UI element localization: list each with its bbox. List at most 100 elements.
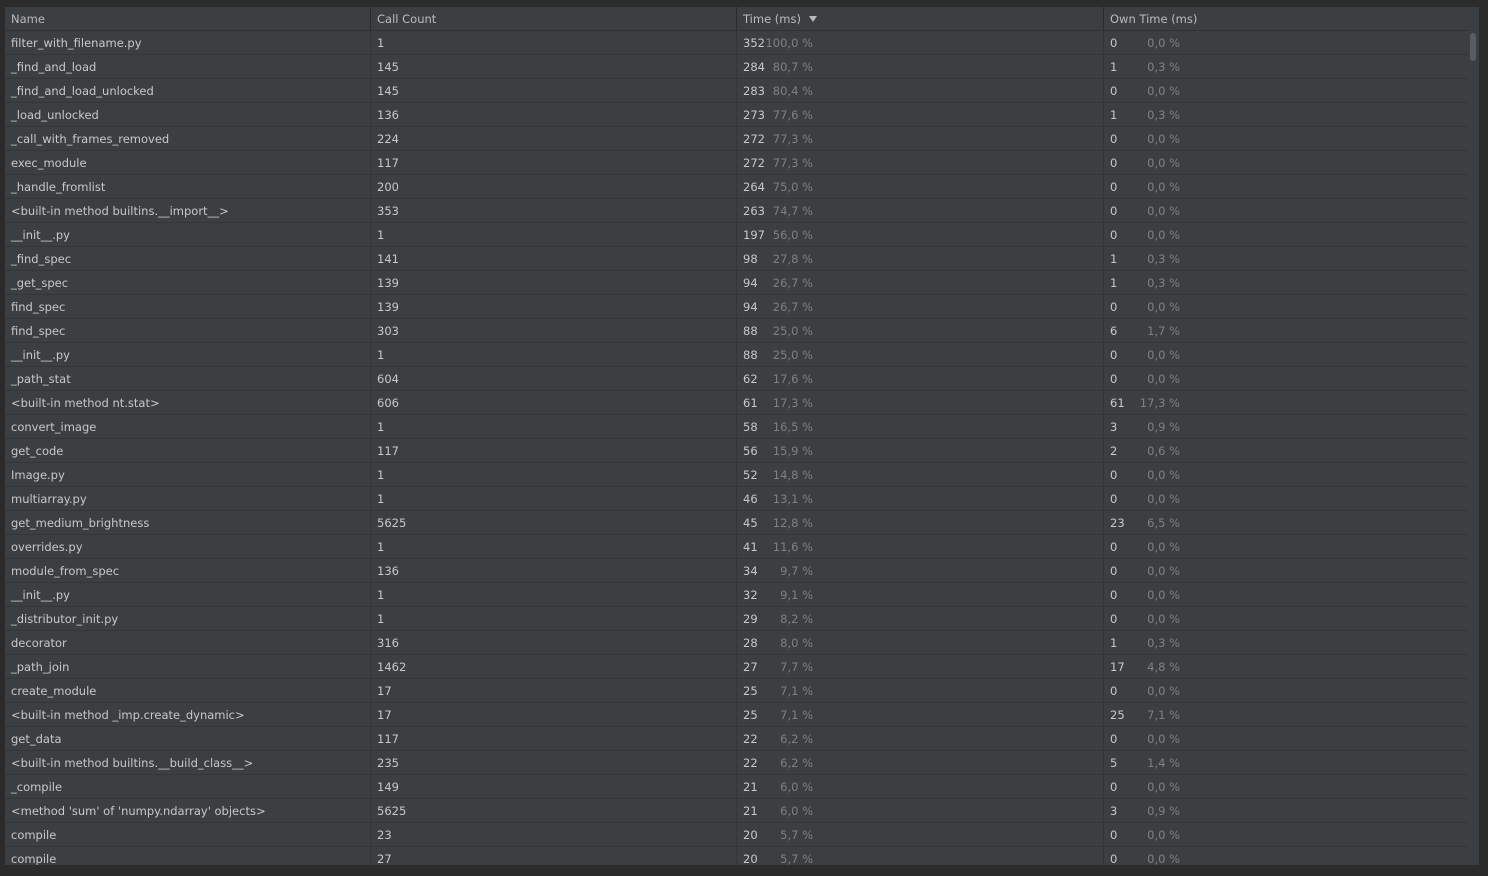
own-time-value: 2 — [1110, 444, 1118, 458]
cell-call-count: 117 — [371, 151, 737, 174]
time-percent: 56,0 % — [772, 228, 813, 242]
table-row[interactable]: _find_spec 141 98 27,8 % 1 0,3 % — [5, 247, 1469, 271]
time-value: 29 — [743, 612, 758, 626]
table-row[interactable]: <built-in method builtins.__import__> 353… — [5, 199, 1469, 223]
column-header-own-time[interactable]: Own Time (ms) — [1104, 7, 1469, 31]
table-row[interactable]: _path_stat 604 62 17,6 % 0 0,0 % — [5, 367, 1469, 391]
time-percent: 7,1 % — [780, 708, 813, 722]
cell-own-time: 0 0,0 % — [1104, 559, 1469, 582]
table-row[interactable]: find_spec 139 94 26,7 % 0 0,0 % — [5, 295, 1469, 319]
cell-own-time: 0 0,0 % — [1104, 367, 1469, 390]
own-time-value: 0 — [1110, 612, 1118, 626]
table-row[interactable]: _compile 149 21 6,0 % 0 0,0 % — [5, 775, 1469, 799]
own-time-percent: 0,9 % — [1147, 804, 1180, 818]
own-time-value: 0 — [1110, 852, 1118, 866]
table-row[interactable]: _find_and_load_unlocked 145 283 80,4 % 0 0,0 … — [5, 79, 1469, 103]
column-header-name[interactable]: Name — [5, 7, 371, 31]
table-row[interactable]: create_module 17 25 7,1 % 0 0,0 % — [5, 679, 1469, 703]
own-time-value: 3 — [1110, 420, 1118, 434]
column-header-call-count[interactable]: Call Count — [371, 7, 737, 31]
table-row[interactable]: __init__.py 1 32 9,1 % 0 0,0 % — [5, 583, 1469, 607]
table-row[interactable]: _get_spec 139 94 26,7 % 1 0,3 % — [5, 271, 1469, 295]
time-value: 21 — [743, 804, 758, 818]
own-time-percent: 0,0 % — [1147, 348, 1180, 362]
cell-own-time: 0 0,0 % — [1104, 823, 1469, 846]
own-time-percent: 0,0 % — [1147, 492, 1180, 506]
time-value: 32 — [743, 588, 758, 602]
table-row[interactable]: <method 'sum' of 'numpy.ndarray' objects… — [5, 799, 1469, 823]
cell-call-count: 145 — [371, 55, 737, 78]
cell-name: __init__.py — [5, 343, 371, 366]
cell-name: <built-in method builtins.__import__> — [5, 199, 371, 222]
cell-call-count: 316 — [371, 631, 737, 654]
cell-call-count: 117 — [371, 727, 737, 750]
table-row[interactable]: convert_image 1 58 16,5 % 3 0,9 % — [5, 415, 1469, 439]
table-row[interactable]: module_from_spec 136 34 9,7 % 0 0,0 % — [5, 559, 1469, 583]
own-time-value: 61 — [1110, 396, 1125, 410]
table-row[interactable]: _call_with_frames_removed 224 272 77,3 % 0 0,… — [5, 127, 1469, 151]
cell-name: convert_image — [5, 415, 371, 438]
cell-name: compile — [5, 847, 371, 865]
table-row[interactable]: get_data 117 22 6,2 % 0 0,0 % — [5, 727, 1469, 751]
cell-own-time: 5 1,4 % — [1104, 751, 1469, 774]
table-row[interactable]: _path_join 1462 27 7,7 % 17 4,8 % — [5, 655, 1469, 679]
own-time-percent: 0,0 % — [1147, 228, 1180, 242]
cell-own-time: 1 0,3 % — [1104, 55, 1469, 78]
cell-name: _load_unlocked — [5, 103, 371, 126]
time-percent: 13,1 % — [772, 492, 813, 506]
time-value: 284 — [743, 60, 765, 74]
own-time-percent: 0,0 % — [1147, 156, 1180, 170]
table-row[interactable]: compile 23 20 5,7 % 0 0,0 % — [5, 823, 1469, 847]
cell-call-count: 1 — [371, 535, 737, 558]
table-row[interactable]: _load_unlocked 136 273 77,6 % 1 0,3 % — [5, 103, 1469, 127]
cell-call-count: 17 — [371, 703, 737, 726]
cell-call-count: 1 — [371, 415, 737, 438]
table-row[interactable]: find_spec 303 88 25,0 % 6 1,7 % — [5, 319, 1469, 343]
cell-time: 34 9,7 % — [737, 559, 1104, 582]
time-percent: 6,2 % — [780, 756, 813, 770]
own-time-percent: 0,3 % — [1147, 276, 1180, 290]
vertical-scrollbar[interactable] — [1467, 31, 1479, 865]
time-percent: 9,1 % — [780, 588, 813, 602]
column-header-time[interactable]: Time (ms) — [737, 7, 1104, 31]
time-percent: 80,7 % — [772, 60, 813, 74]
table-row[interactable]: exec_module 117 272 77,3 % 0 0,0 % — [5, 151, 1469, 175]
table-row[interactable]: __init__.py 1 197 56,0 % 0 0,0 % — [5, 223, 1469, 247]
time-value: 46 — [743, 492, 758, 506]
cell-call-count: 1 — [371, 343, 737, 366]
own-time-percent: 1,7 % — [1147, 324, 1180, 338]
own-time-value: 0 — [1110, 780, 1118, 794]
table-row[interactable]: _find_and_load 145 284 80,7 % 1 0,3 % — [5, 55, 1469, 79]
cell-name: __init__.py — [5, 583, 371, 606]
table-row[interactable]: compile 27 20 5,7 % 0 0,0 % — [5, 847, 1469, 866]
cell-name: <built-in method builtins.__build_class_… — [5, 751, 371, 774]
table-row[interactable]: Image.py 1 52 14,8 % 0 0,0 % — [5, 463, 1469, 487]
cell-call-count: 136 — [371, 559, 737, 582]
table-row[interactable]: get_code 117 56 15,9 % 2 0,6 % — [5, 439, 1469, 463]
cell-call-count: 1462 — [371, 655, 737, 678]
time-value: 94 — [743, 276, 758, 290]
scrollbar-thumb[interactable] — [1470, 33, 1476, 61]
own-time-percent: 0,0 % — [1147, 180, 1180, 194]
table-row[interactable]: decorator 316 28 8,0 % 1 0,3 % — [5, 631, 1469, 655]
table-row[interactable]: get_medium_brightness 5625 45 12,8 % 23 6,5 % — [5, 511, 1469, 535]
table-row[interactable]: _handle_fromlist 200 264 75,0 % 0 0,0 % — [5, 175, 1469, 199]
cell-call-count: 606 — [371, 391, 737, 414]
own-time-percent: 0,0 % — [1147, 564, 1180, 578]
profiler-table: Name Call Count Time (ms) Own Time (ms) … — [4, 6, 1480, 866]
cell-call-count: 1 — [371, 463, 737, 486]
time-percent: 7,7 % — [780, 660, 813, 674]
table-row[interactable]: __init__.py 1 88 25,0 % 0 0,0 % — [5, 343, 1469, 367]
cell-time: 25 7,1 % — [737, 703, 1104, 726]
time-value: 272 — [743, 156, 765, 170]
time-value: 27 — [743, 660, 758, 674]
table-row[interactable]: _distributor_init.py 1 29 8,2 % 0 0,0 % — [5, 607, 1469, 631]
table-row[interactable]: <built-in method nt.stat> 606 61 17,3 % 61 17… — [5, 391, 1469, 415]
table-row[interactable]: overrides.py 1 41 11,6 % 0 0,0 % — [5, 535, 1469, 559]
table-row[interactable]: filter_with_filename.py 1 352100,0 % 0 0,0 % — [5, 31, 1469, 55]
cell-time: 283 80,4 % — [737, 79, 1104, 102]
table-row[interactable]: <built-in method _imp.create_dynamic> 17 2… — [5, 703, 1469, 727]
table-row[interactable]: <built-in method builtins.__build_class_… — [5, 751, 1469, 775]
table-row[interactable]: multiarray.py 1 46 13,1 % 0 0,0 % — [5, 487, 1469, 511]
cell-time: 197 56,0 % — [737, 223, 1104, 246]
